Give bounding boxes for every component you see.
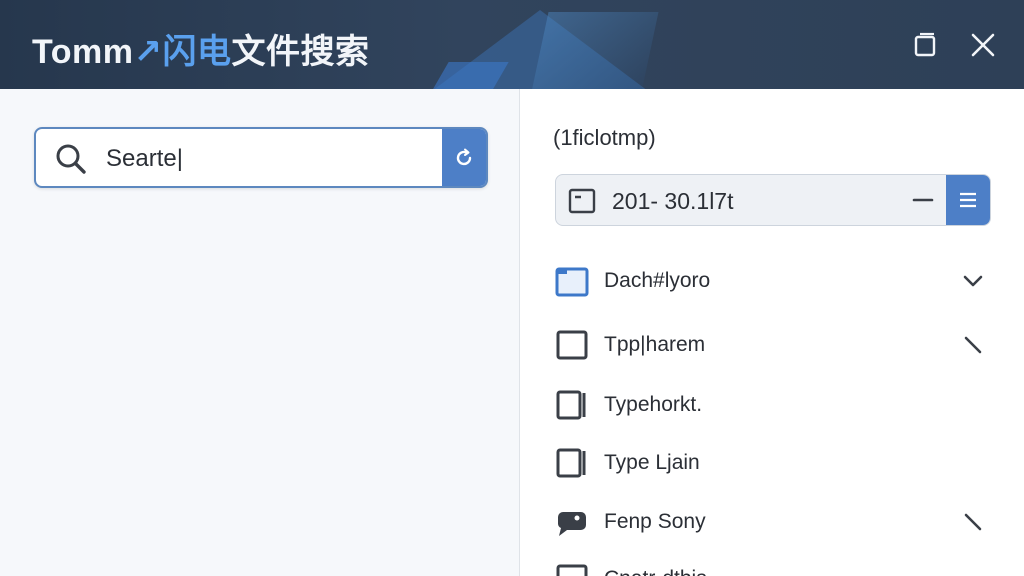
- filter-item[interactable]: Cnatr·dtbis: [555, 559, 995, 576]
- folder-label: (1ficlotmp): [553, 125, 656, 150]
- maximize-icon: [914, 32, 936, 57]
- search-icon: [54, 142, 88, 181]
- filter-item-label: Fenp Sony: [604, 510, 706, 533]
- checkbox-icon: [555, 447, 589, 479]
- filter-item[interactable]: Dach#lyoro: [555, 261, 995, 301]
- date-field[interactable]: 201- 30.1l7t: [555, 174, 991, 226]
- title-bar: Tomm↗闪电文件搜索: [0, 0, 1024, 89]
- checkbox-icon: [555, 389, 589, 421]
- filter-item-label: Typehorkt.: [604, 393, 703, 416]
- chevron-down-icon[interactable]: [961, 269, 985, 293]
- minus-icon: [912, 198, 934, 202]
- app-title-accent: 闪电: [162, 33, 232, 71]
- title-decoration: [531, 12, 659, 89]
- search-box[interactable]: [34, 127, 488, 188]
- checkbox-icon: [555, 329, 589, 361]
- menu-icon: [960, 192, 976, 208]
- filter-item-label: Dach#lyoro: [604, 269, 711, 292]
- clear-date-button[interactable]: [900, 175, 946, 225]
- maximize-button[interactable]: [905, 25, 945, 65]
- filter-item-label: Cnatr·dtbis: [604, 567, 707, 576]
- app-title-arrow: ↗: [133, 33, 163, 71]
- refresh-icon: [456, 148, 472, 165]
- filter-item[interactable]: Type Ljain: [555, 443, 995, 483]
- filter-item-label: Tpp|harem: [604, 333, 706, 356]
- folder-blue-icon: [555, 265, 589, 297]
- filter-item[interactable]: Typehorkt.: [555, 385, 995, 425]
- date-value: 201- 30.1l7t: [612, 188, 734, 214]
- app-title-suffix: 文件搜索: [231, 33, 370, 71]
- close-icon: [971, 33, 995, 57]
- filter-item[interactable]: Tpp|harem: [555, 325, 995, 365]
- search-input[interactable]: [106, 143, 436, 175]
- calendar-icon: [568, 188, 596, 219]
- filter-pane: (1ficlotmp) 201- 30.1l7t Dach#lyoro Tpp|…: [521, 89, 1024, 576]
- refresh-button[interactable]: [442, 129, 486, 186]
- filter-item-label: Type Ljain: [604, 451, 700, 474]
- search-pane: [0, 89, 520, 576]
- diagonal-arrow-icon[interactable]: [961, 333, 985, 357]
- diagonal-arrow-icon[interactable]: [961, 510, 985, 534]
- checkbox-icon: [555, 563, 589, 576]
- close-button[interactable]: [963, 25, 1003, 65]
- menu-button[interactable]: [946, 175, 990, 225]
- speech-bubble-icon: [555, 506, 589, 538]
- app-title: Tomm↗闪电文件搜索: [32, 24, 369, 73]
- app-title-prefix: Tomm: [32, 33, 134, 71]
- filter-item[interactable]: Fenp Sony: [555, 502, 995, 542]
